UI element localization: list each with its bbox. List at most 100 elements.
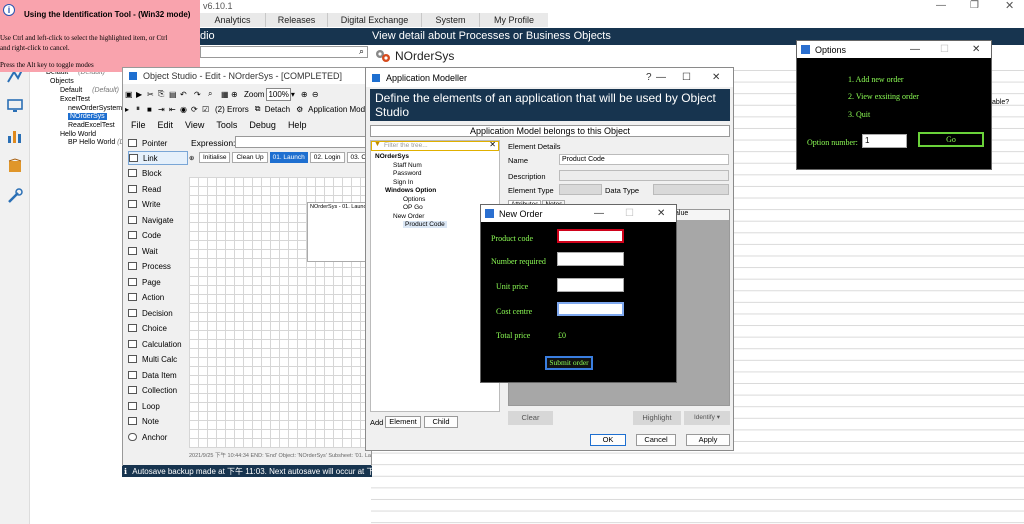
palette-decision[interactable]: Decision: [128, 306, 173, 320]
tools-nav-icon[interactable]: [6, 188, 24, 204]
add-element-button[interactable]: Element: [385, 416, 421, 428]
tree-item[interactable]: Objects: [50, 78, 74, 85]
tab-initialise[interactable]: Initialise: [199, 152, 231, 163]
palette-collection[interactable]: Collection: [128, 383, 177, 397]
tree-root[interactable]: NOrderSys: [375, 153, 409, 160]
palette-choice[interactable]: Choice: [128, 321, 167, 335]
cut-icon[interactable]: ✂: [147, 88, 158, 101]
palette-pointer[interactable]: Pointer: [128, 136, 167, 150]
pause-icon[interactable]: ⏸: [136, 103, 147, 116]
studio-search-input[interactable]: ⌕: [200, 46, 368, 58]
zoom-select[interactable]: 100%: [266, 87, 291, 101]
add-page-icon[interactable]: ⊕: [189, 154, 199, 162]
analytics-nav-icon[interactable]: [6, 128, 24, 144]
apply-button[interactable]: Apply: [686, 434, 730, 446]
close-icon[interactable]: ✕: [712, 68, 720, 87]
palette-navigate[interactable]: Navigate: [128, 213, 174, 227]
save-icon[interactable]: ▣: [125, 88, 136, 101]
tree-item[interactable]: ExcelTest: [60, 96, 90, 103]
zoom-icon[interactable]: ⊕: [231, 88, 242, 101]
validate-icon[interactable]: ☑: [202, 103, 213, 116]
ok-button[interactable]: OK: [590, 434, 626, 446]
menu-debug[interactable]: Debug: [249, 120, 276, 130]
tree-item[interactable]: ReadExcelTest: [68, 122, 115, 129]
go-button[interactable]: Go: [918, 132, 984, 147]
submit-order-button[interactable]: Submit order: [545, 356, 593, 370]
minimize-icon[interactable]: —: [936, 0, 946, 11]
clear-filter-icon[interactable]: ✕: [489, 140, 496, 149]
palette-loop[interactable]: Loop: [128, 399, 160, 413]
cancel-button[interactable]: Cancel: [636, 434, 676, 446]
menu-file[interactable]: File: [131, 120, 146, 130]
menu-help[interactable]: Help: [288, 120, 307, 130]
tab-login[interactable]: 02. Login: [309, 152, 345, 163]
maximize-icon[interactable]: ☐: [625, 205, 634, 222]
element-type-select[interactable]: [559, 184, 602, 195]
minimize-icon[interactable]: —: [594, 205, 604, 222]
tab-clean-up[interactable]: Clean Up: [232, 152, 268, 163]
redo-icon[interactable]: ↷: [194, 88, 208, 101]
tree-element[interactable]: Staff Num: [393, 162, 422, 169]
tree-element[interactable]: Password: [393, 170, 422, 177]
number-required-input[interactable]: [557, 252, 624, 266]
product-code-input[interactable]: [557, 229, 624, 243]
clear-button[interactable]: Clear: [508, 411, 553, 425]
highlight-button[interactable]: Highlight: [633, 411, 681, 425]
tree-item[interactable]: BP Hello World (De: [68, 139, 128, 146]
paste-icon[interactable]: ▤: [169, 88, 180, 101]
tree-item-selected[interactable]: NOrderSys: [68, 113, 107, 120]
stop-icon[interactable]: ■: [147, 103, 158, 116]
package-nav-icon[interactable]: [6, 158, 24, 174]
expression-input[interactable]: [235, 136, 371, 148]
close-icon[interactable]: ✕: [657, 205, 665, 222]
tree-element[interactable]: Options: [403, 196, 425, 203]
palette-data-item[interactable]: Data Item: [128, 368, 177, 382]
maximize-icon[interactable]: ☐: [940, 41, 949, 58]
undo-icon[interactable]: ↶: [180, 88, 194, 101]
minimize-icon[interactable]: —: [656, 68, 666, 87]
step-out-icon[interactable]: ⇤: [169, 103, 180, 116]
close-icon[interactable]: ✕: [972, 41, 980, 58]
zoom-out-icon[interactable]: ⊖: [312, 88, 323, 101]
palette-page[interactable]: Page: [128, 275, 161, 289]
breakpoint-icon[interactable]: ◉: [180, 103, 191, 116]
menu-releases[interactable]: Releases: [266, 13, 328, 27]
palette-write[interactable]: Write: [128, 197, 161, 211]
monitor-nav-icon[interactable]: [6, 98, 24, 114]
tree-item[interactable]: Hello World: [60, 131, 96, 138]
step-over-icon[interactable]: ⇥: [158, 103, 169, 116]
tree-element[interactable]: New Order: [393, 213, 424, 220]
palette-code[interactable]: Code: [128, 228, 161, 242]
detach-button[interactable]: Detach: [265, 103, 290, 116]
process-canvas[interactable]: NOrderSys - 01. Launch: [189, 177, 373, 448]
menu-edit[interactable]: Edit: [158, 120, 174, 130]
unit-price-input[interactable]: [557, 278, 624, 292]
menu-system[interactable]: System: [422, 13, 480, 27]
palette-process[interactable]: Process: [128, 259, 171, 273]
menu-tools[interactable]: Tools: [216, 120, 237, 130]
palette-wait[interactable]: Wait: [128, 244, 158, 258]
element-description-input[interactable]: [559, 170, 729, 181]
play-icon[interactable]: ▶: [136, 88, 147, 101]
restore-icon[interactable]: ❐: [970, 0, 979, 11]
gears-icon[interactable]: ⚙: [296, 103, 308, 116]
option-number-input[interactable]: 1: [862, 134, 907, 148]
close-icon[interactable]: ✕: [1005, 0, 1014, 12]
zoom-in-icon[interactable]: ⊕: [301, 88, 312, 101]
errors-link[interactable]: (2) Errors: [215, 103, 249, 116]
tree-element[interactable]: Windows Option: [385, 187, 436, 194]
tree-item[interactable]: Default (Default): [60, 87, 119, 94]
menu-digital-exchange[interactable]: Digital Exchange: [328, 13, 422, 27]
tab-launch[interactable]: 01. Launch: [269, 152, 308, 163]
tree-element-selected[interactable]: Product Code: [403, 221, 447, 228]
identify-button[interactable]: Identify ▾: [684, 411, 730, 425]
grid-icon[interactable]: ▦: [221, 88, 231, 101]
search-icon[interactable]: ⌕: [359, 46, 364, 57]
menu-my-profile[interactable]: My Profile: [480, 13, 548, 27]
palette-anchor[interactable]: Anchor: [128, 430, 167, 444]
search-icon[interactable]: ⌕: [208, 88, 221, 101]
copy-icon[interactable]: ⎘: [158, 88, 169, 101]
add-child-button[interactable]: Child: [424, 416, 458, 428]
minimize-icon[interactable]: —: [910, 41, 920, 58]
palette-link[interactable]: Link: [128, 151, 188, 165]
